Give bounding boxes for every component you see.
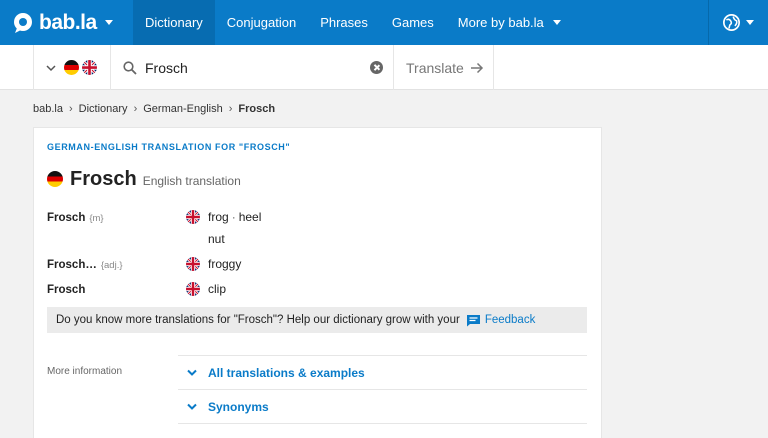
feedback-button[interactable]: Feedback [466,314,536,327]
page-title: Frosch English translation [47,168,241,191]
expander-label: Synonyms [208,399,269,414]
translation-link[interactable]: froggy [208,257,241,271]
translation-card: GERMAN-ENGLISH TRANSLATION FOR "FROSCH" … [33,127,602,438]
feedback-chat-icon [466,314,480,326]
breadcrumb-current: Frosch [238,103,276,115]
nav-dictionary[interactable]: Dictionary [133,0,215,45]
translation-link[interactable]: nut [208,232,225,246]
flag-germany-icon [64,60,79,75]
feedback-prompt: Do you know more translations for "Frosc… [47,307,587,333]
globe-icon [723,14,740,31]
chevron-down-icon [46,64,56,71]
expander-label: All translations & examples [208,365,365,380]
entry-headword: Frosch… {adj.} [47,259,123,271]
nav-games-label: Games [391,15,434,30]
breadcrumb-separator: › [228,103,233,115]
flag-uk-icon [186,257,200,271]
logo-text: bab.la [39,10,97,34]
breadcrumb: bab.la › Dictionary › German-English › F… [33,103,275,115]
nav-phrases-label: Phrases [320,15,368,30]
chevron-down-icon [746,20,754,25]
part-of-speech: {adj.} [100,260,123,271]
entry-translation: froggy [186,257,241,271]
translate-button[interactable]: Translate [394,45,494,90]
separator-dot: · [231,210,236,224]
nav-conjugation-label: Conjugation [226,15,297,30]
card-heading: GERMAN-ENGLISH TRANSLATION FOR "FROSCH" [47,142,291,152]
headword-text: Frosch… [47,259,97,271]
title-subtitle: English translation [142,174,241,188]
arrow-right-icon [470,62,483,73]
feedback-text: Do you know more translations for "Frosc… [56,314,460,326]
breadcrumb-home[interactable]: bab.la [33,103,63,115]
title-word: Frosch [70,168,137,190]
entry-headword: Frosch {m} [47,212,104,224]
nav-dictionary-label: Dictionary [145,15,203,30]
language-pair-select[interactable] [33,45,111,90]
clear-icon[interactable] [370,61,383,74]
flag-germany-icon [47,171,63,187]
logo-bubble-icon [14,12,32,33]
translation-link[interactable]: frog [208,210,229,224]
headword-text: Frosch [47,284,86,296]
logo-button[interactable]: bab.la [0,0,133,45]
search-bar: Translate [0,45,768,90]
headword-text: Frosch [47,212,86,224]
nav-more-label: More by bab.la [457,15,544,30]
part-of-speech: {m} [89,213,104,224]
nav-games[interactable]: Games [380,0,446,45]
feedback-link-label: Feedback [484,314,536,326]
flag-uk-icon [186,282,200,296]
language-globe-button[interactable] [708,0,768,45]
search-field [111,45,394,90]
expander-synonyms[interactable]: Synonyms [178,389,587,423]
translation-link[interactable]: heel [239,210,262,224]
breadcrumb-separator: › [68,103,73,115]
search-input[interactable] [145,59,365,76]
entry-translation: frog · heel [186,210,261,224]
chevron-down-icon [187,403,197,410]
logo-caret-icon [104,20,113,25]
nav-more[interactable]: More by bab.la [446,0,573,45]
chevron-down-icon [187,369,197,376]
top-nav: bab.la Dictionary Conjugation Phrases Ga… [0,0,768,45]
nav-phrases[interactable]: Phrases [308,0,380,45]
translation-link[interactable]: clip [208,282,226,296]
entry-translation: clip [186,282,226,296]
search-icon [123,60,137,75]
nav-conjugation[interactable]: Conjugation [215,0,308,45]
breadcrumb-dictionary[interactable]: Dictionary [79,103,128,115]
expander-divider [178,423,587,438]
flag-uk-icon [82,60,97,75]
translate-label: Translate [406,59,464,76]
more-info-label: More information [47,366,123,377]
breadcrumb-german-english[interactable]: German-English [143,103,222,115]
expander-all-translations[interactable]: All translations & examples [178,355,587,389]
flag-uk-icon [186,210,200,224]
breadcrumb-separator: › [133,103,138,115]
entry-headword: Frosch [47,284,85,296]
chevron-down-icon [552,20,561,25]
